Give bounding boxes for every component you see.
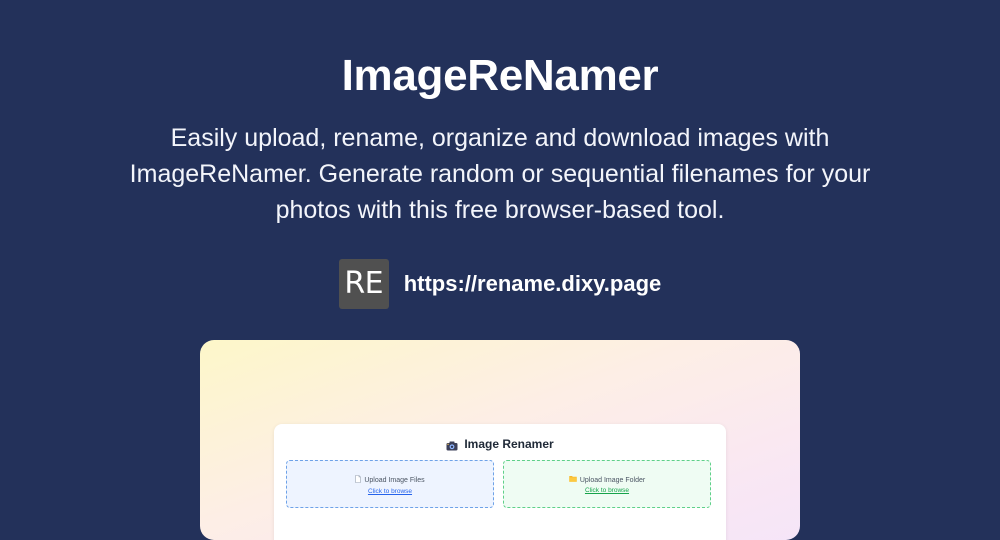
app-card: Image Renamer Upload Image Files Click t… <box>274 424 726 540</box>
site-url-row: RE https://rename.dixy.page <box>0 259 1000 309</box>
camera-icon <box>446 440 458 450</box>
upload-folder-label: Upload Image Folder <box>579 476 646 484</box>
site-logo: RE <box>338 259 389 309</box>
upload-files-label-row: Upload Image Files <box>287 475 493 486</box>
upload-files-browse-link[interactable]: Click to browse <box>287 488 493 495</box>
upload-files-label: Upload Image Files <box>364 477 425 484</box>
page-subtitle: Easily upload, rename, organize and down… <box>129 124 871 224</box>
upload-files-dropzone[interactable]: Upload Image Files Click to browse <box>286 460 494 508</box>
site-url[interactable]: https://rename.dixy.page <box>404 271 662 297</box>
app-title-text: Image Renamer <box>464 437 554 451</box>
app-title: Image Renamer <box>274 437 726 451</box>
upload-folder-label-row: Upload Image Folder <box>504 475 710 485</box>
folder-icon <box>569 475 577 485</box>
app-preview: Image Renamer Upload Image Files Click t… <box>200 340 800 540</box>
upload-folder-browse-link[interactable]: Click to browse <box>504 487 710 494</box>
upload-folder-dropzone[interactable]: Upload Image Folder Click to browse <box>503 460 711 508</box>
document-icon <box>355 475 362 486</box>
page-title: ImageReNamer <box>341 51 659 100</box>
